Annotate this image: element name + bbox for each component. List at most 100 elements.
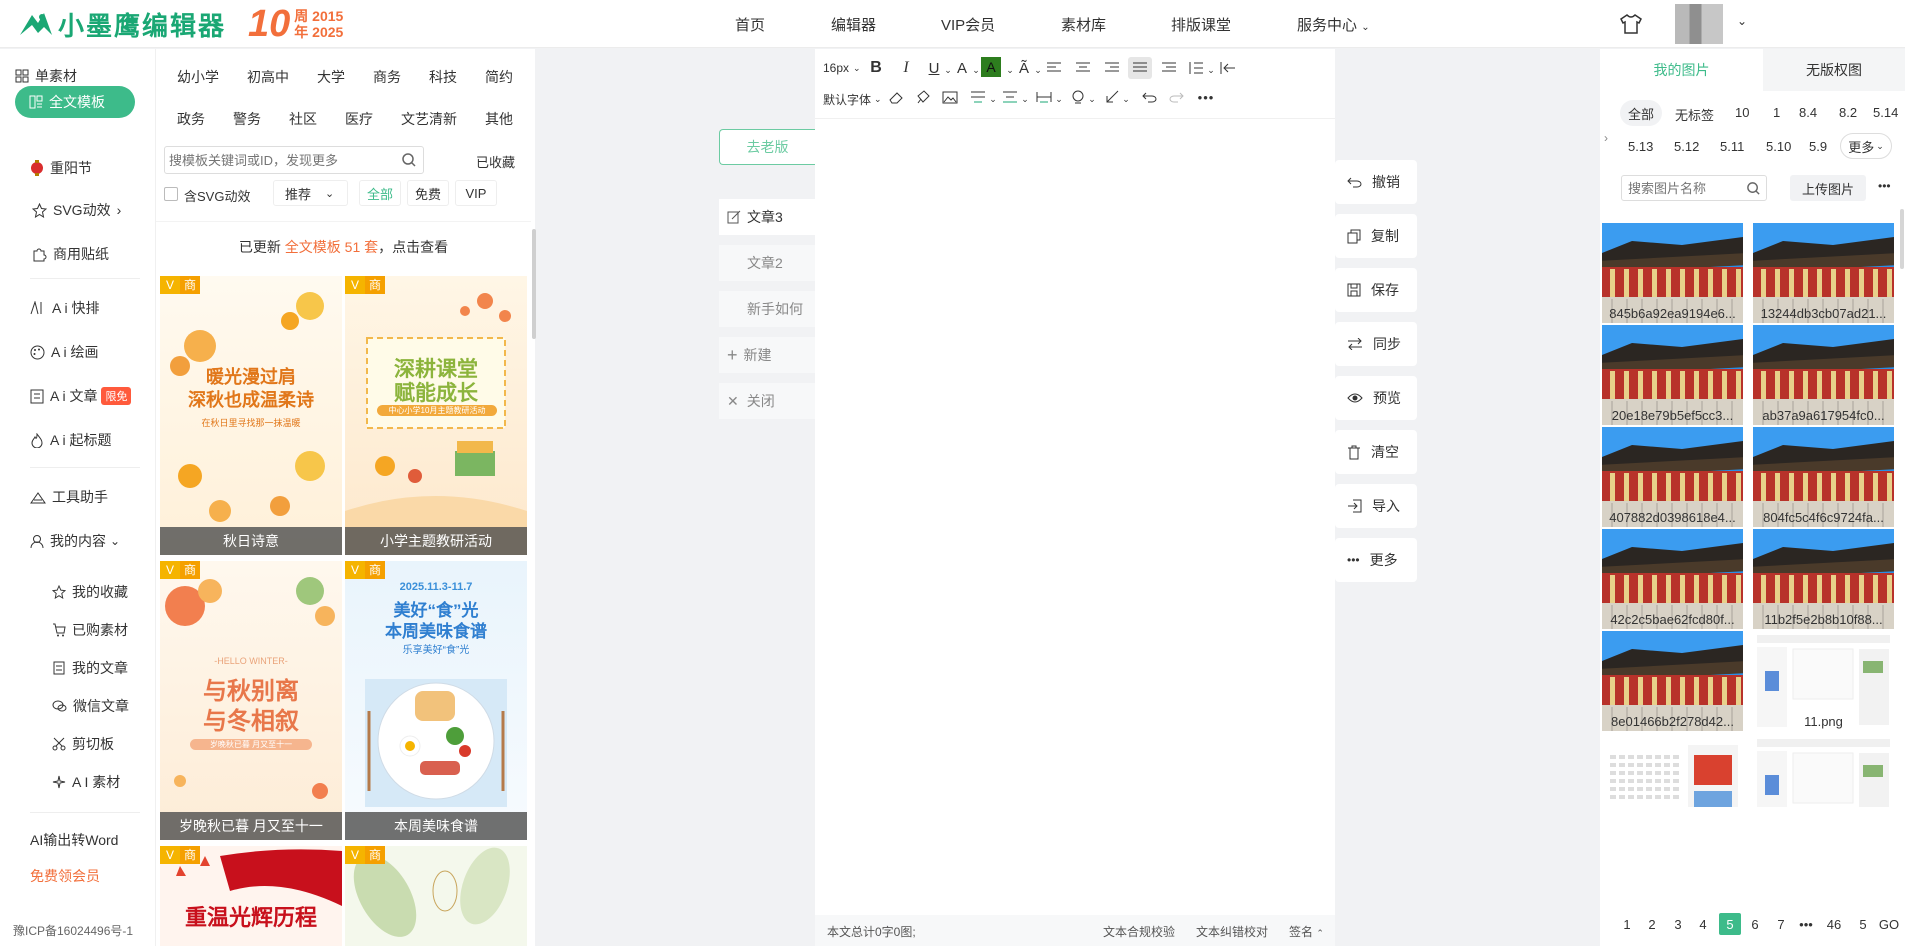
sidebar-sub-clipboard[interactable]: 剪切板	[52, 734, 114, 754]
chevron-down-icon[interactable]: ⌄	[1115, 88, 1137, 110]
image-thumbnail[interactable]	[1753, 735, 1894, 807]
image-search-input[interactable]	[1628, 179, 1740, 197]
image-thumbnail[interactable]	[1602, 735, 1743, 807]
template-search-input[interactable]	[169, 150, 394, 170]
category-tab[interactable]: 幼小学	[177, 67, 219, 87]
page-number[interactable]: 5	[1719, 913, 1741, 935]
sidebar-sub-ai-material[interactable]: A I 素材	[52, 772, 120, 792]
free-vip-link[interactable]: 免费领会员	[30, 860, 100, 892]
undo-button[interactable]: 撤销	[1335, 160, 1417, 204]
more-dots-icon[interactable]: •••	[1878, 179, 1891, 193]
justify-icon[interactable]	[1128, 57, 1152, 79]
template-card[interactable]: V商	[345, 846, 527, 946]
clear-button[interactable]: 清空	[1335, 430, 1417, 474]
sidebar-item-ai-paint[interactable]: A i 绘画	[30, 336, 98, 368]
tag-chip[interactable]: 8.2	[1839, 105, 1857, 120]
collapse-panel-icon[interactable]: ›	[1604, 131, 1608, 145]
page-number[interactable]: 3	[1667, 913, 1689, 935]
sidebar-item-tools[interactable]: 工具助手	[30, 481, 108, 513]
collected-link[interactable]: 已收藏	[476, 152, 515, 171]
page-jump-input[interactable]: 5	[1852, 913, 1874, 935]
logo[interactable]: 小墨鹰编辑器 10 周 2015 年 2025	[18, 5, 343, 43]
template-card[interactable]: -HELLO WINTER- 与秋别离 与冬相叙 岁晚秋已暮 月又至十一 V商 …	[160, 561, 342, 840]
tag-chip[interactable]: 1	[1773, 105, 1780, 120]
format-brush-icon[interactable]	[912, 86, 934, 108]
nav-vip[interactable]: VIP会员	[941, 14, 995, 35]
page-number[interactable]: 4	[1692, 913, 1714, 935]
sidebar-item-ai-layout[interactable]: A i 快排	[30, 292, 99, 324]
sidebar-item-chongyang[interactable]: 重阳节	[30, 152, 92, 184]
tag-chip[interactable]: 5.14	[1873, 105, 1898, 120]
category-tab[interactable]: 商务	[373, 67, 401, 87]
svg-checkbox[interactable]	[164, 187, 178, 201]
background-color-icon[interactable]: A	[981, 57, 1001, 77]
category-tab[interactable]: 大学	[317, 67, 345, 87]
save-button[interactable]: 保存	[1335, 268, 1417, 312]
import-button[interactable]: 导入	[1335, 484, 1417, 528]
copy-button[interactable]: 复制	[1335, 214, 1417, 258]
doc-tab-active[interactable]: 文章3	[719, 199, 815, 235]
more-button[interactable]: ••• 更多	[1335, 538, 1417, 582]
update-notice[interactable]: 已更新 全文模板 51 套，点击查看	[156, 221, 531, 271]
font-family-select[interactable]: 默认字体 ⌄	[823, 91, 882, 108]
exit-icon[interactable]	[1217, 57, 1239, 79]
category-tab[interactable]: 初高中	[247, 67, 289, 87]
filter-vip[interactable]: VIP	[455, 180, 497, 206]
page-number[interactable]: •••	[1795, 913, 1817, 935]
image-scrollbar[interactable]	[1900, 209, 1904, 269]
tag-chip[interactable]: 5.12	[1674, 139, 1699, 154]
page-number[interactable]: 2	[1641, 913, 1663, 935]
nav-editor[interactable]: 编辑器	[831, 14, 876, 35]
category-tab[interactable]: 警务	[233, 109, 261, 129]
redo-icon[interactable]	[1165, 86, 1187, 108]
sidebar-sub-favorites[interactable]: 我的收藏	[52, 582, 128, 602]
sidebar-item-ai-title[interactable]: A i 起标题	[30, 424, 111, 456]
tag-more-select[interactable]: 更多 ⌄	[1840, 133, 1892, 159]
sidebar-item-my-content[interactable]: 我的内容 ⌄	[30, 525, 120, 557]
align-left-icon[interactable]	[1043, 57, 1065, 79]
italic-icon[interactable]: I	[895, 57, 917, 79]
undo-icon[interactable]	[1138, 86, 1160, 108]
page-number[interactable]: 1	[1616, 913, 1638, 935]
editor-content[interactable]	[815, 120, 1335, 902]
template-card[interactable]: 深耕课堂 赋能成长 中心小学10月主题教研活动 V商 小学主题教研活动	[345, 276, 527, 555]
tag-chip-active[interactable]: 全部	[1620, 100, 1662, 126]
filter-free[interactable]: 免费	[407, 180, 449, 206]
template-card[interactable]: 重温光辉历程 V商	[160, 846, 342, 946]
more-dots-icon[interactable]: •••	[1195, 86, 1217, 108]
tag-chip[interactable]: 5.13	[1628, 139, 1653, 154]
ai-to-word-link[interactable]: AI输出转Word	[30, 824, 118, 856]
tag-chip[interactable]: 无标签	[1675, 105, 1714, 124]
search-icon[interactable]	[1746, 181, 1761, 196]
nav-materials[interactable]: 素材库	[1061, 14, 1106, 35]
bold-icon[interactable]: B	[865, 57, 887, 79]
avatar[interactable]	[1675, 4, 1723, 44]
sidebar-item-full-template[interactable]: 全文模板	[15, 86, 135, 118]
category-tab[interactable]: 文艺清新	[401, 109, 457, 129]
page-number[interactable]: 6	[1744, 913, 1766, 935]
nav-home[interactable]: 首页	[735, 14, 765, 35]
page-number[interactable]: 7	[1770, 913, 1792, 935]
image-icon[interactable]	[939, 86, 961, 108]
new-doc-button[interactable]: + 新建	[719, 337, 815, 373]
category-tab[interactable]: 科技	[429, 67, 457, 87]
indent-icon[interactable]	[1158, 57, 1180, 79]
sidebar-sub-purchased[interactable]: 已购素材	[52, 620, 128, 640]
tag-chip[interactable]: 5.11	[1720, 139, 1744, 154]
sidebar-item-svg[interactable]: SVG动效 ›	[32, 194, 121, 226]
sync-button[interactable]: 同步	[1335, 322, 1417, 366]
chevron-down-icon[interactable]: ⌄	[1737, 14, 1747, 28]
category-tab[interactable]: 政务	[177, 109, 205, 129]
tag-chip[interactable]: 8.4	[1799, 105, 1817, 120]
sidebar-sub-my-articles[interactable]: 我的文章	[52, 658, 128, 678]
preview-button[interactable]: 预览	[1335, 376, 1417, 420]
category-tab[interactable]: 简约	[485, 67, 513, 87]
old-version-button[interactable]: 去老版	[719, 129, 815, 165]
filter-all[interactable]: 全部	[359, 180, 401, 206]
eraser-icon[interactable]	[885, 86, 907, 108]
sidebar-item-stickers[interactable]: 商用贴纸	[32, 238, 109, 270]
search-icon[interactable]	[401, 152, 417, 168]
tab-my-images[interactable]: 我的图片	[1600, 49, 1763, 91]
tab-free-images[interactable]: 无版权图	[1763, 49, 1905, 91]
category-tab[interactable]: 其他	[485, 109, 513, 129]
